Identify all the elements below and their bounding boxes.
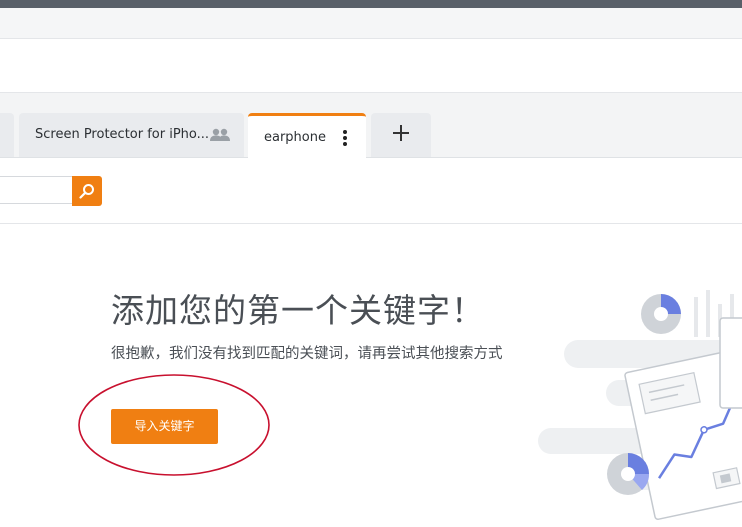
shared-users-icon: [209, 128, 231, 147]
empty-state: 添加您的第一个关键字！ 很抱歉，我们没有找到匹配的关键词，请再尝试其他搜索方式 …: [0, 224, 742, 527]
page: Screen Protector for iPho... earphone 添加…: [0, 0, 742, 527]
empty-keywords-illustration: [538, 290, 742, 521]
tab-label: earphone: [264, 130, 326, 145]
tab-previous[interactable]: [0, 113, 14, 157]
browser-strip: [0, 8, 742, 39]
empty-state-title: 添加您的第一个关键字！: [111, 291, 485, 330]
red-circle-annotation: [78, 374, 270, 476]
search-input[interactable]: [0, 176, 72, 204]
search-button[interactable]: [72, 176, 102, 206]
header-area: [0, 39, 742, 93]
search-icon: [79, 184, 94, 199]
add-tab-button[interactable]: [371, 113, 431, 157]
tab-label: Screen Protector for iPho...: [35, 127, 210, 142]
more-options-icon[interactable]: [343, 130, 347, 148]
tab-earphone[interactable]: earphone: [248, 113, 366, 158]
keyword-list-tabbar: Screen Protector for iPho... earphone: [0, 93, 742, 158]
tab-screen-protector[interactable]: Screen Protector for iPho...: [19, 113, 244, 157]
empty-state-description: 很抱歉，我们没有找到匹配的关键词，请再尝试其他搜索方式: [111, 346, 503, 362]
search-row: [0, 158, 742, 224]
window-top-bar: [0, 0, 742, 8]
plus-icon: [393, 125, 409, 141]
